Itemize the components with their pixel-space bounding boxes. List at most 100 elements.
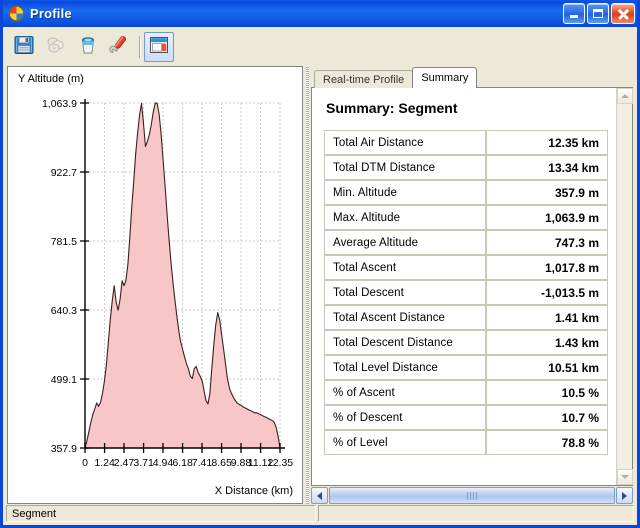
tab-summary[interactable]: Summary — [412, 67, 478, 88]
svg-text:7.41: 7.41 — [192, 457, 213, 469]
window-client-area: Y Altitude (m) X Distance (km) 1,063.9 92… — [3, 27, 637, 525]
scroll-left-button[interactable] — [311, 487, 328, 504]
summary-row-label: Total DTM Distance — [324, 155, 486, 180]
profile-window: Profile Y Altitude (m) X Distance (km) 1… — [0, 0, 640, 528]
save-button[interactable] — [9, 32, 39, 62]
summary-row-label: Total Level Distance — [324, 355, 486, 380]
bucket-icon — [77, 34, 99, 61]
minimize-icon — [570, 15, 578, 18]
table-row: Min. Altitude 357.9 m — [324, 180, 608, 205]
layout-icon — [148, 34, 170, 61]
scroll-up-arrow-icon — [621, 94, 629, 98]
summary-body: Summary: Segment Total Air Distance 12.35… — [312, 88, 633, 485]
table-row: % of Descent 10.7 % — [324, 405, 608, 430]
tab-real-time-profile[interactable]: Real-time Profile — [314, 70, 414, 88]
table-row: Total DTM Distance 13.34 km — [324, 155, 608, 180]
summary-row-label: Total Ascent Distance — [324, 305, 486, 330]
svg-text:12.35: 12.35 — [267, 457, 293, 469]
svg-text:8.65: 8.65 — [211, 457, 232, 469]
summary-row-value: 1,063.9 m — [485, 205, 608, 230]
main-split-area: Y Altitude (m) X Distance (km) 1,063.9 92… — [4, 66, 636, 504]
svg-text:1,063.9: 1,063.9 — [42, 98, 77, 110]
svg-text:640.3: 640.3 — [51, 305, 77, 317]
svg-text:357.9: 357.9 — [51, 443, 77, 455]
table-row: % of Level 78.8 % — [324, 430, 608, 455]
summary-row-value: 10.5 % — [485, 380, 608, 405]
svg-text:1.24: 1.24 — [94, 457, 115, 469]
summary-tab-content: Summary: Segment Total Air Distance 12.35… — [311, 87, 633, 486]
close-icon — [617, 8, 629, 20]
scroll-down-button[interactable] — [617, 469, 633, 485]
maximize-icon — [593, 9, 603, 18]
close-button[interactable] — [611, 3, 635, 24]
minimize-button[interactable] — [563, 3, 585, 24]
profile-globe-icon — [8, 5, 25, 22]
table-row: Total Descent -1,013.5 m — [324, 280, 608, 305]
table-row: Total Descent Distance 1.43 km — [324, 330, 608, 355]
table-row: Average Altitude 747.3 m — [324, 230, 608, 255]
summary-row-value: 1.41 km — [485, 305, 608, 330]
summary-horizontal-scrollbar[interactable] — [311, 487, 633, 504]
summary-row-value: 357.9 m — [485, 180, 608, 205]
scroll-left-arrow-icon — [317, 491, 322, 500]
svg-text:6.18: 6.18 — [172, 457, 193, 469]
summary-vertical-scrollbar[interactable] — [616, 88, 633, 485]
panel-splitter[interactable] — [303, 66, 311, 504]
scroll-thumb-grip-icon — [467, 491, 477, 500]
maximize-button[interactable] — [587, 3, 609, 24]
summary-row-label: % of Descent — [324, 405, 486, 430]
summary-row-value: 10.7 % — [485, 405, 608, 430]
scroll-right-button[interactable] — [616, 487, 633, 504]
save-icon — [13, 34, 35, 61]
svg-text:781.5: 781.5 — [51, 236, 77, 248]
summary-row-value: 747.3 m — [485, 230, 608, 255]
status-panel-segment: Segment — [6, 505, 316, 522]
status-panel-secondary — [318, 505, 634, 522]
main-toolbar — [4, 28, 636, 66]
window-titlebar[interactable]: Profile — [3, 0, 637, 27]
profile-chart-panel: Y Altitude (m) X Distance (km) 1,063.9 92… — [7, 66, 303, 504]
summary-row-label: % of Ascent — [324, 380, 486, 405]
summary-row-value: -1,013.5 m — [485, 280, 608, 305]
summary-row-value: 10.51 km — [485, 355, 608, 380]
summary-row-label: Min. Altitude — [324, 180, 486, 205]
layout-button[interactable] — [144, 32, 174, 62]
svg-text:499.1: 499.1 — [51, 374, 77, 386]
summary-panel: Real-time Profile Summary Summary: Segme… — [311, 66, 636, 504]
copy-icon — [45, 34, 67, 61]
scroll-up-button[interactable] — [617, 88, 633, 104]
horizontal-scroll-thumb[interactable] — [329, 487, 615, 504]
summary-heading: Summary: Segment — [326, 100, 458, 116]
window-title: Profile — [30, 6, 72, 21]
table-row: Max. Altitude 1,063.9 m — [324, 205, 608, 230]
svg-text:3.71: 3.71 — [133, 457, 154, 469]
svg-text:4.94: 4.94 — [153, 457, 174, 469]
table-row: Total Ascent 1,017.8 m — [324, 255, 608, 280]
summary-row-label: Total Ascent — [324, 255, 486, 280]
status-bar: Segment — [4, 504, 636, 524]
summary-row-value: 12.35 km — [485, 130, 608, 155]
toolbar-separator — [139, 36, 140, 58]
summary-scroll-content: Summary: Segment Total Air Distance 12.35… — [312, 88, 616, 485]
scroll-right-arrow-icon — [622, 491, 627, 500]
altitude-profile-chart[interactable]: 1,063.9 922.7 781.5 640.3 499.1 357.9 0 1.242.4… — [8, 67, 302, 492]
settings-button[interactable] — [105, 32, 135, 62]
summary-row-label: Total Air Distance — [324, 130, 486, 155]
copy-button[interactable] — [41, 32, 71, 62]
summary-row-value: 13.34 km — [485, 155, 608, 180]
table-row: Total Ascent Distance 1.41 km — [324, 305, 608, 330]
splitter-grip — [305, 66, 309, 504]
summary-row-label: Total Descent — [324, 280, 486, 305]
summary-row-label: Average Altitude — [324, 230, 486, 255]
summary-row-value: 1.43 km — [485, 330, 608, 355]
table-row: Total Air Distance 12.35 km — [324, 130, 608, 155]
tab-label: Summary — [421, 72, 469, 84]
tab-strip: Real-time Profile Summary — [311, 66, 633, 88]
bucket-button[interactable] — [73, 32, 103, 62]
svg-text:922.7: 922.7 — [51, 167, 77, 179]
summary-row-label: % of Level — [324, 430, 486, 455]
table-row: % of Ascent 10.5 % — [324, 380, 608, 405]
summary-row-label: Max. Altitude — [324, 205, 486, 230]
svg-text:0: 0 — [82, 457, 88, 469]
tab-label: Real-time Profile — [323, 73, 405, 86]
